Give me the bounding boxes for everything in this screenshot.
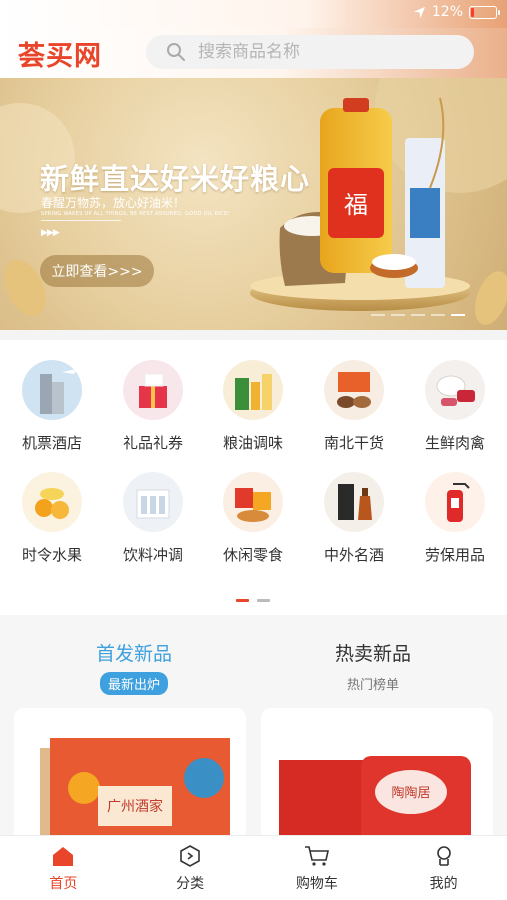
page-indicator-dot (257, 599, 270, 602)
dried-goods-icon (324, 360, 384, 420)
nav-label: 分类 (176, 875, 205, 892)
app-header: 荟买网 (0, 28, 507, 78)
category-label: 休闲零食 (222, 546, 283, 564)
battery-percent: 12% (431, 4, 463, 20)
profile-icon (436, 845, 451, 866)
home-icon (53, 846, 74, 866)
category-item[interactable]: 中外名酒 (304, 472, 404, 565)
search-bar[interactable] (146, 35, 474, 69)
status-bar: 12% (0, 0, 507, 28)
banner-subtitle: 春醒万物苏，放心好油米！ (41, 196, 186, 210)
product-brand-text: 陶陶居 (391, 785, 430, 801)
banner-english-text: SPRING WAKES UP ALL THINGS, BE REST ASSU… (41, 211, 230, 217)
hotel-building-icon (22, 360, 82, 420)
category-label: 礼品礼券 (122, 434, 183, 452)
product-card-mooncake-box[interactable]: 陶陶居 (261, 708, 493, 848)
fruit-icon (22, 472, 82, 532)
cart-icon (304, 845, 329, 866)
nav-profile[interactable]: 我的 (380, 836, 507, 900)
battery-icon (469, 5, 500, 19)
category-label: 饮料冲调 (122, 546, 183, 564)
nav-label: 首页 (49, 875, 78, 892)
category-item[interactable]: 劳保用品 (405, 472, 505, 565)
bottom-navigation: 首页 分类 购物车 我的 (0, 835, 507, 900)
tab-hot-sales[interactable]: 热卖新品 热门榜单 (293, 639, 453, 695)
gift-box-icon (123, 360, 183, 420)
banner-dot[interactable] (451, 314, 465, 316)
nav-label: 购物车 (295, 875, 338, 892)
liquor-icon (324, 472, 384, 532)
category-item[interactable]: 机票酒店 (2, 360, 102, 453)
banner-dot[interactable] (391, 314, 405, 316)
category-label: 劳保用品 (424, 546, 485, 564)
promo-banner[interactable]: 福 新鲜直达好米好粮心 春醒万物苏，放心好油米！ SPRING WAKES UP… (0, 78, 507, 330)
category-item[interactable]: 生鲜肉禽 (405, 360, 505, 453)
category-item[interactable]: 礼品礼券 (103, 360, 203, 453)
category-page-indicator (236, 599, 270, 602)
banner-view-button[interactable]: 立即查看>>> (40, 255, 154, 287)
tab-subtitle: 热门榜单 (346, 678, 399, 693)
category-label: 粮油调味 (222, 434, 283, 452)
category-item[interactable]: 粮油调味 (203, 360, 303, 453)
product-brand-text: 广州酒家 (107, 798, 163, 815)
category-label: 机票酒店 (21, 434, 82, 452)
tab-badge: 最新出炉 (99, 672, 168, 695)
category-item[interactable]: 南北干货 (304, 360, 404, 453)
location-arrow-icon (413, 6, 425, 18)
banner-dot[interactable] (431, 314, 445, 316)
battery-fill (471, 7, 474, 17)
page-indicator-dot (236, 599, 249, 602)
beverage-icon (123, 472, 183, 532)
category-label: 时令水果 (21, 546, 82, 564)
category-label: 南北干货 (323, 434, 384, 452)
status-right: 12% (413, 4, 500, 20)
search-input[interactable] (198, 42, 438, 62)
category-item[interactable]: 休闲零食 (203, 472, 303, 565)
category-item[interactable]: 饮料冲调 (103, 472, 203, 565)
banner-divider (41, 220, 121, 221)
product-card-gift-box[interactable]: 广州酒家 (14, 708, 246, 848)
fresh-meat-icon (425, 360, 485, 420)
oil-label-text: 福 (344, 191, 368, 219)
nav-cart[interactable]: 购物车 (254, 836, 381, 900)
search-icon (167, 43, 185, 61)
category-label: 中外名酒 (323, 546, 384, 564)
category-label: 生鲜肉禽 (424, 434, 485, 452)
nav-category[interactable]: 分类 (127, 836, 254, 900)
banner-pagination (371, 314, 465, 316)
nav-home[interactable]: 首页 (0, 836, 127, 900)
grain-oil-icon (223, 360, 283, 420)
banner-dot[interactable] (411, 314, 425, 316)
banner-dot[interactable] (371, 314, 385, 316)
product-image: 广州酒家 (40, 738, 230, 848)
category-item[interactable]: 时令水果 (2, 472, 102, 565)
banner-arrows: ▶▶▶ (41, 228, 60, 238)
fire-extinguisher-icon (425, 472, 485, 532)
tab-title: 热卖新品 (334, 643, 411, 665)
category-grid: 机票酒店 礼品礼券 粮油调味 南北干货 生鲜肉禽 时令水果 饮料冲调 休闲零食 … (0, 340, 507, 615)
nav-label: 我的 (429, 875, 458, 892)
tab-new-arrivals[interactable]: 首发新品 最新出炉 (54, 639, 214, 695)
category-icon (180, 844, 200, 867)
banner-title: 新鲜直达好米好粮心 (40, 162, 311, 196)
snack-icon (223, 472, 283, 532)
tab-title: 首发新品 (95, 643, 172, 665)
product-image: 陶陶居 (279, 756, 471, 848)
app-logo[interactable]: 荟买网 (18, 34, 102, 73)
